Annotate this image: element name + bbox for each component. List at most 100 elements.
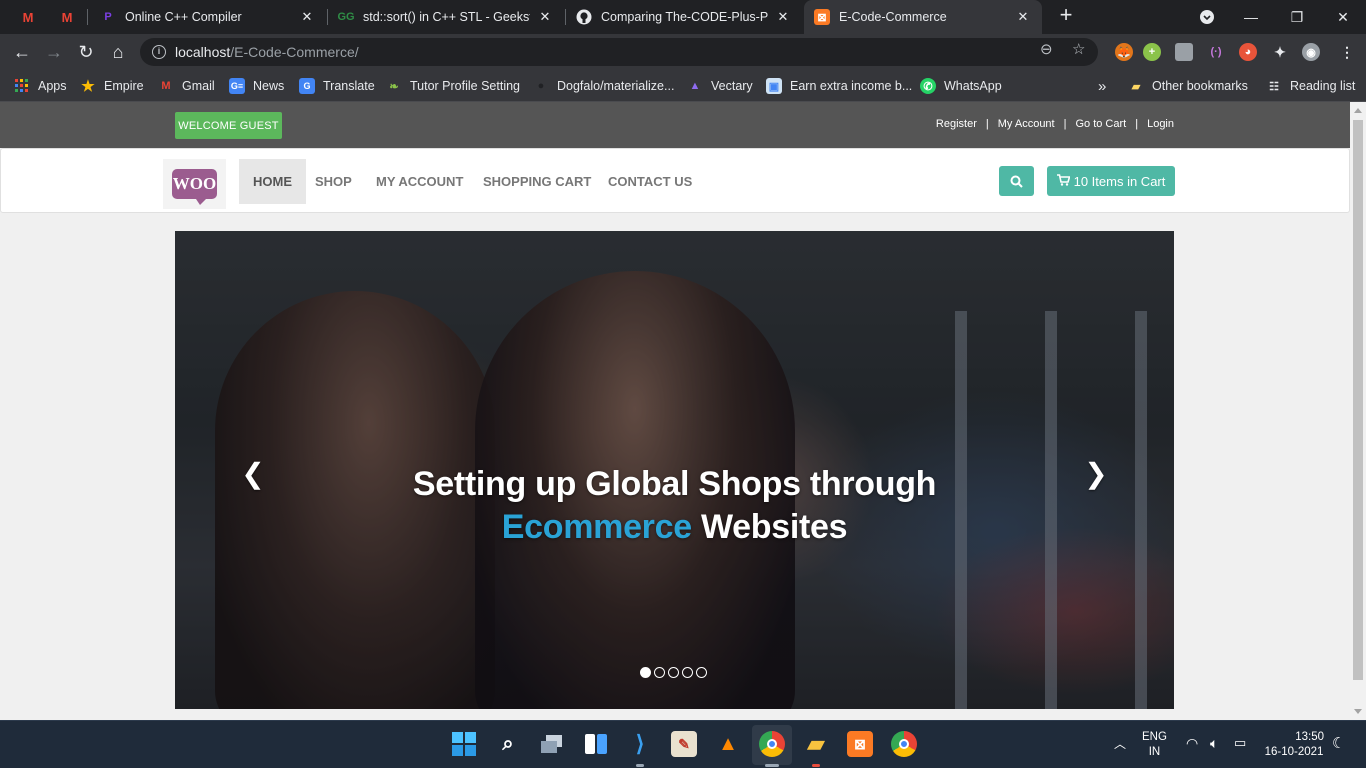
- gmail-icon: M: [161, 80, 171, 92]
- chrome-icon[interactable]: [759, 731, 785, 757]
- main-navbar: WOO HOME SHOP MY ACCOUNT SHOPPING CART C…: [0, 148, 1350, 213]
- scrollbar-thumb[interactable]: [1353, 120, 1363, 680]
- gmail-tab-icon[interactable]: M: [58, 8, 76, 26]
- nav-contact-us[interactable]: CONTACT US: [594, 159, 706, 204]
- widgets-icon[interactable]: [583, 731, 609, 757]
- tab-github-compare[interactable]: Comparing The-CODE-Plus-Plus- ✕: [566, 0, 802, 34]
- tray-overflow-icon[interactable]: ︿: [1114, 735, 1126, 752]
- bookmark-materialize[interactable]: ● Dogfalo/materialize...: [533, 76, 675, 96]
- nav-shop[interactable]: SHOP: [301, 159, 366, 204]
- home-icon[interactable]: ⌂: [106, 40, 130, 64]
- windows-start-icon[interactable]: [451, 731, 477, 757]
- site-logo[interactable]: WOO: [163, 159, 226, 209]
- register-link[interactable]: Register: [936, 118, 977, 130]
- reading-list[interactable]: ☷ Reading list: [1266, 76, 1355, 96]
- wifi-icon[interactable]: ◠: [1186, 735, 1198, 752]
- tab-search-button[interactable]: [1184, 0, 1230, 34]
- menu-icon[interactable]: ⋮: [1338, 43, 1356, 61]
- bookmark-star-icon[interactable]: ☆: [1072, 40, 1085, 58]
- tab-e-code-commerce[interactable]: ⊠ E-Code-Commerce ✕: [804, 0, 1042, 34]
- carousel-prev-icon[interactable]: ❮: [241, 459, 265, 489]
- carousel-dot[interactable]: [654, 667, 665, 678]
- carousel-dot[interactable]: [696, 667, 707, 678]
- language-indicator[interactable]: ENG IN: [1142, 730, 1167, 760]
- bookmark-translate[interactable]: G Translate: [299, 76, 375, 96]
- tab-title: std::sort() in C++ STL - GeeksforG: [363, 10, 530, 24]
- welcome-guest-button[interactable]: WELCOME GUEST: [175, 112, 282, 139]
- search-icon[interactable]: ⌕: [495, 731, 521, 757]
- bookmarks-bar: Apps ★ Empire M Gmail G≡ News G Translat…: [0, 70, 1366, 102]
- scroll-up-icon[interactable]: [1354, 108, 1362, 113]
- site-info-icon[interactable]: i: [152, 45, 166, 59]
- bookmark-gmail[interactable]: M Gmail: [158, 76, 214, 96]
- url-host: localhost: [175, 44, 231, 60]
- close-window-button[interactable]: ✕: [1320, 0, 1366, 34]
- my-account-link[interactable]: My Account: [998, 118, 1055, 130]
- zoom-icon[interactable]: ⊖: [1040, 40, 1053, 58]
- carousel-dot[interactable]: [640, 667, 651, 678]
- extension-icon[interactable]: ◕: [1239, 43, 1257, 61]
- close-icon[interactable]: ✕: [536, 9, 554, 25]
- search-icon: [1010, 175, 1023, 188]
- bookmark-vectary[interactable]: ▲ Vectary: [687, 76, 753, 96]
- address-bar[interactable]: i localhost/E-Code-Commerce/: [140, 38, 1098, 66]
- go-to-cart-link[interactable]: Go to Cart: [1075, 118, 1126, 130]
- close-icon[interactable]: ✕: [774, 9, 792, 25]
- bookmarks-overflow-button[interactable]: »: [1098, 76, 1106, 96]
- clock[interactable]: 13:50 16-10-2021: [1264, 730, 1324, 760]
- gmail-tab-icon[interactable]: M: [19, 8, 37, 26]
- extensions-puzzle-icon[interactable]: ✦: [1271, 43, 1289, 61]
- bookmark-empire[interactable]: ★ Empire: [80, 76, 143, 96]
- bookmark-tutor-profile[interactable]: ❧ Tutor Profile Setting: [386, 76, 520, 96]
- other-bookmarks[interactable]: ▰ Other bookmarks: [1128, 76, 1248, 96]
- scroll-down-icon[interactable]: [1354, 709, 1362, 714]
- search-button[interactable]: [999, 166, 1034, 196]
- reload-icon[interactable]: ↻: [74, 40, 98, 64]
- leaf-icon: ❧: [389, 80, 399, 93]
- bookmark-apps[interactable]: Apps: [14, 76, 67, 96]
- minimize-button[interactable]: —: [1228, 0, 1274, 34]
- carousel-next-icon[interactable]: ❯: [1084, 459, 1108, 489]
- tab-geeksforgeeks[interactable]: GG std::sort() in C++ STL - GeeksforG ✕: [328, 0, 564, 34]
- running-indicator: [812, 764, 820, 767]
- profile-avatar[interactable]: ◉: [1302, 43, 1320, 61]
- close-icon[interactable]: ✕: [298, 9, 316, 25]
- bookmark-earn-income[interactable]: ▣ Earn extra income b...: [766, 76, 912, 96]
- forward-icon[interactable]: →: [42, 40, 66, 64]
- chrome-profile-icon[interactable]: [891, 731, 917, 757]
- add-extension-icon[interactable]: +: [1143, 43, 1161, 61]
- page-scrollbar[interactable]: [1350, 102, 1366, 720]
- nav-my-account[interactable]: MY ACCOUNT: [362, 159, 477, 204]
- new-tab-button[interactable]: +: [1054, 4, 1078, 28]
- focus-moon-icon[interactable]: ☾: [1332, 734, 1345, 752]
- task-view-icon[interactable]: [539, 731, 565, 757]
- back-icon[interactable]: ←: [10, 40, 34, 64]
- bookmark-label: News: [253, 79, 285, 93]
- extension-icon[interactable]: (·): [1207, 43, 1225, 61]
- carousel-dot[interactable]: [682, 667, 693, 678]
- compiler-icon: P: [104, 11, 112, 23]
- xampp-icon[interactable]: ⊠: [847, 731, 873, 757]
- nav-shopping-cart[interactable]: SHOPPING CART: [469, 159, 605, 204]
- cart-button[interactable]: 10 Items in Cart: [1047, 166, 1175, 196]
- url-text[interactable]: localhost/E-Code-Commerce/: [175, 44, 359, 60]
- vscode-icon[interactable]: ⟩: [627, 731, 653, 757]
- bookmark-news[interactable]: G≡ News: [229, 76, 284, 96]
- vlc-icon[interactable]: ▲: [715, 731, 741, 757]
- file-explorer-icon[interactable]: ▰: [803, 731, 829, 757]
- login-link[interactable]: Login: [1147, 118, 1174, 130]
- restore-button[interactable]: ❐: [1274, 0, 1320, 34]
- extension-icon[interactable]: [1175, 43, 1193, 61]
- github-icon: ●: [537, 80, 545, 92]
- battery-icon[interactable]: ▭: [1234, 735, 1246, 751]
- top-links: Register | My Account | Go to Cart | Log…: [936, 118, 1174, 130]
- bookmark-whatsapp[interactable]: ✆ WhatsApp: [920, 76, 1002, 96]
- notepad-icon[interactable]: ✎: [671, 731, 697, 757]
- nav-home[interactable]: HOME: [239, 159, 306, 204]
- metamask-extension-icon[interactable]: 🦊: [1115, 43, 1133, 61]
- volume-icon[interactable]: 🔈︎: [1210, 735, 1218, 752]
- github-icon: [576, 9, 592, 25]
- tab-online-compiler[interactable]: P Online C++ Compiler ✕: [90, 0, 326, 34]
- close-icon[interactable]: ✕: [1014, 9, 1032, 25]
- carousel-dot[interactable]: [668, 667, 679, 678]
